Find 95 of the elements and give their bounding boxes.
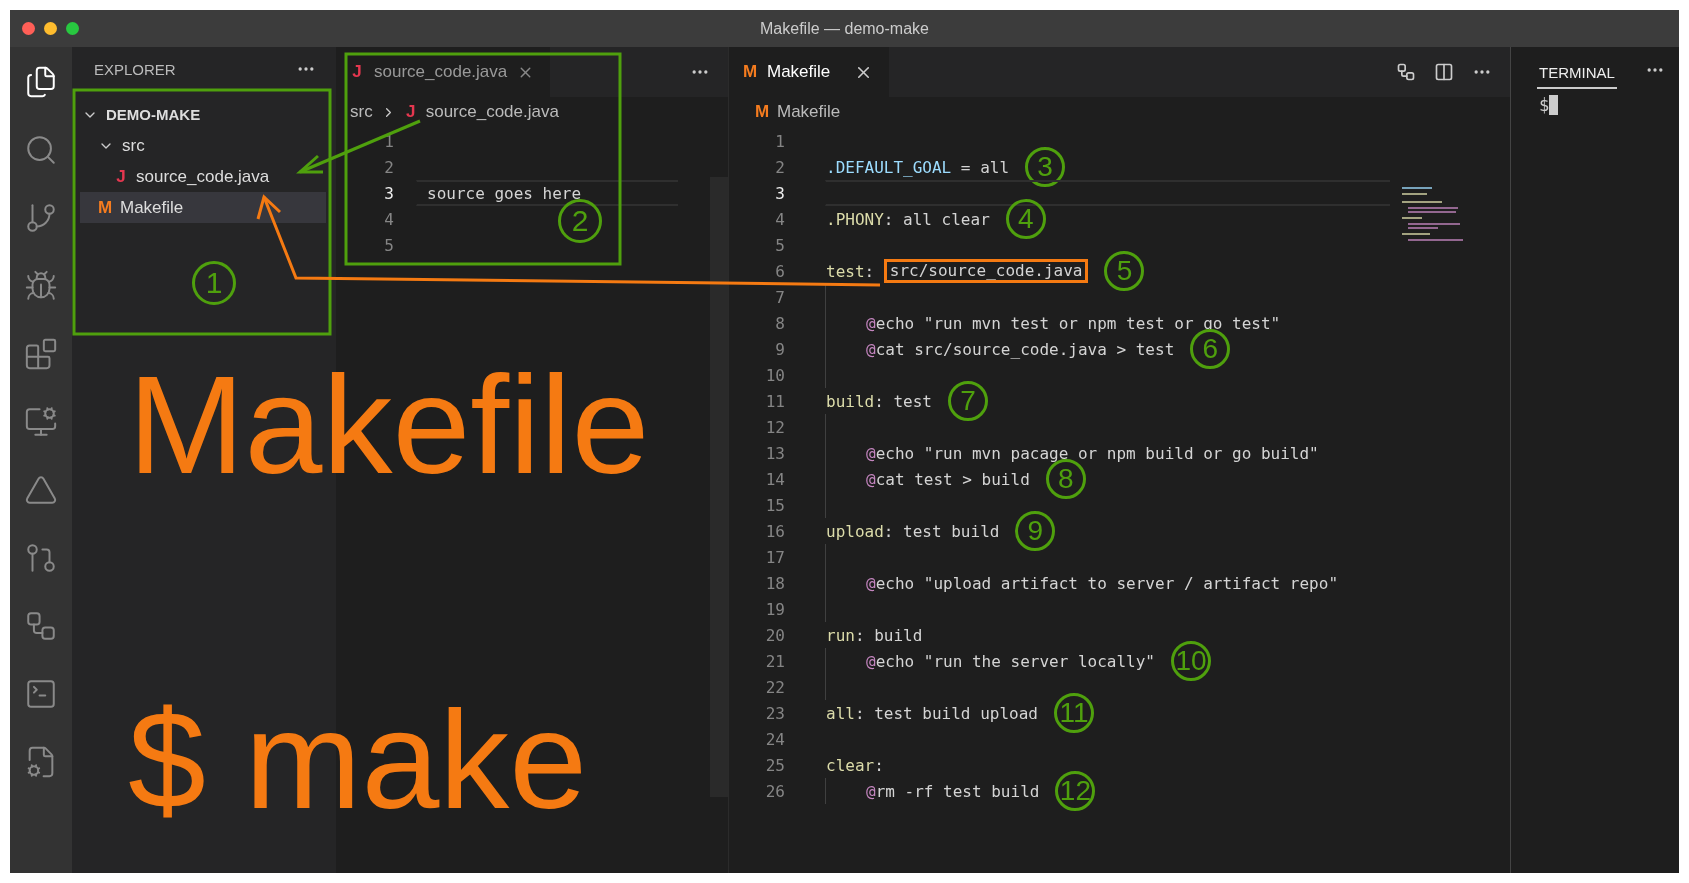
file-type-icon: M (755, 102, 769, 122)
tree-item[interactable]: DEMO-MAKE (80, 99, 326, 130)
code-line: clear: (826, 755, 884, 775)
code-line: .DEFAULT_GOAL = all (826, 157, 1010, 177)
branch-icon[interactable] (24, 201, 58, 235)
terminal-icon[interactable] (24, 677, 58, 711)
overlay-caption: Makefile (128, 355, 650, 495)
line-number: 1 (774, 131, 785, 151)
line-number: 9 (774, 339, 785, 359)
code-line: upload: test build (826, 521, 1000, 541)
callout-number: 4 (1005, 199, 1046, 239)
workflow-icon[interactable] (1396, 62, 1416, 82)
code-line: all: test build upload (826, 703, 1038, 723)
line-number: 3 (774, 183, 785, 203)
code-line: build: test (826, 391, 932, 411)
files-icon[interactable] (24, 65, 58, 99)
triangle-icon[interactable] (24, 473, 58, 507)
callout-number: 12 (1055, 771, 1096, 811)
callout-number: 10 (1171, 641, 1211, 681)
code-line: @cat test > build (866, 469, 1030, 489)
bug-icon[interactable] (24, 269, 58, 303)
line-number: 20 (764, 625, 785, 645)
line-number: 24 (764, 729, 785, 749)
code-line: @echo "upload artifact to server / artifact repo" (866, 573, 1338, 593)
line-number: 12 (764, 417, 785, 437)
tree-item[interactable]: src (80, 130, 326, 161)
line-number: 15 (764, 495, 785, 515)
window-title: Makefile — demo-make (759, 19, 930, 38)
line-number: 18 (764, 573, 785, 593)
line-number: 14 (764, 469, 785, 489)
code-line: test: src/source_code.java (826, 259, 1089, 283)
callout-number: 3 (1025, 147, 1066, 187)
callout-number: 2 (558, 199, 602, 243)
breadcrumb-item[interactable]: Makefile (777, 102, 841, 122)
callout-number: 9 (1015, 511, 1056, 551)
code-line: run: build (826, 625, 923, 645)
breadcrumb-item[interactable]: source_code.java (425, 102, 559, 122)
callout-number: 5 (1104, 251, 1145, 291)
line-number: 5 (774, 235, 785, 255)
line-number: 4 (383, 209, 394, 229)
line-number: 19 (764, 599, 785, 619)
file-type-icon: J (403, 102, 418, 122)
file-type-icon: M (98, 197, 112, 218)
editor-tab[interactable]: M Makefile (729, 47, 890, 97)
file-type-icon: J (114, 166, 128, 187)
split-editor-icon[interactable] (1434, 62, 1454, 82)
line-number: 2 (383, 157, 394, 177)
line-number: 26 (764, 781, 785, 801)
line-number: 13 (764, 443, 785, 463)
line-number: 11 (764, 391, 785, 411)
terminal-cursor (1549, 95, 1559, 115)
maximize-window-button[interactable] (66, 22, 79, 35)
code-line: @echo "run the server locally" (866, 651, 1155, 671)
tree-item-label: DEMO-MAKE (106, 106, 201, 123)
code-line: .PHONY: all clear (826, 209, 990, 229)
line-number: 4 (774, 209, 785, 229)
line-number: 22 (764, 677, 785, 697)
line-number: 3 (383, 183, 394, 203)
line-number: 25 (764, 755, 785, 775)
pull-request-icon[interactable] (24, 541, 58, 575)
callout-number: 6 (1190, 329, 1231, 369)
tree-item-label: source_code.java (136, 166, 270, 187)
code-line: @cat src/source_code.java > test (866, 339, 1175, 359)
overlay-caption: $ make (128, 690, 588, 830)
line-number: 17 (764, 547, 785, 567)
line-number: 7 (774, 287, 785, 307)
search-icon[interactable] (24, 133, 58, 167)
callout-number: 11 (1053, 693, 1094, 733)
tree-item[interactable]: M Makefile (80, 192, 326, 223)
file-type-icon: J (350, 62, 364, 82)
tree-item-label: Makefile (120, 197, 184, 218)
editor-tab[interactable]: J source_code.java (336, 47, 551, 97)
panel-title: EXPLORER (94, 60, 176, 78)
line-number: 21 (764, 651, 785, 671)
line-number: 10 (764, 365, 785, 385)
line-number: 5 (383, 235, 394, 255)
line-number: 2 (774, 157, 785, 177)
code-line: @rm -rf test build (866, 781, 1040, 801)
tree-item[interactable]: J source_code.java (80, 161, 326, 192)
line-number: 16 (764, 521, 785, 541)
scrollbar[interactable] (710, 177, 728, 797)
terminal-tab[interactable]: TERMINAL (1537, 51, 1617, 89)
terminal-prompt: $ (1539, 95, 1550, 115)
line-number: 8 (774, 313, 785, 333)
minimize-window-button[interactable] (44, 22, 57, 35)
line-number: 23 (764, 703, 785, 723)
breadcrumb-item[interactable]: src (350, 102, 373, 122)
callout-number: 7 (947, 381, 988, 421)
monitor-icon[interactable] (24, 405, 58, 439)
close-window-button[interactable] (22, 22, 35, 35)
callout-number: 1 (192, 261, 236, 305)
tree-item-label: src (122, 135, 145, 156)
blocks-icon[interactable] (24, 337, 58, 371)
line-number: 6 (774, 261, 785, 281)
file-type-icon: M (743, 62, 757, 82)
